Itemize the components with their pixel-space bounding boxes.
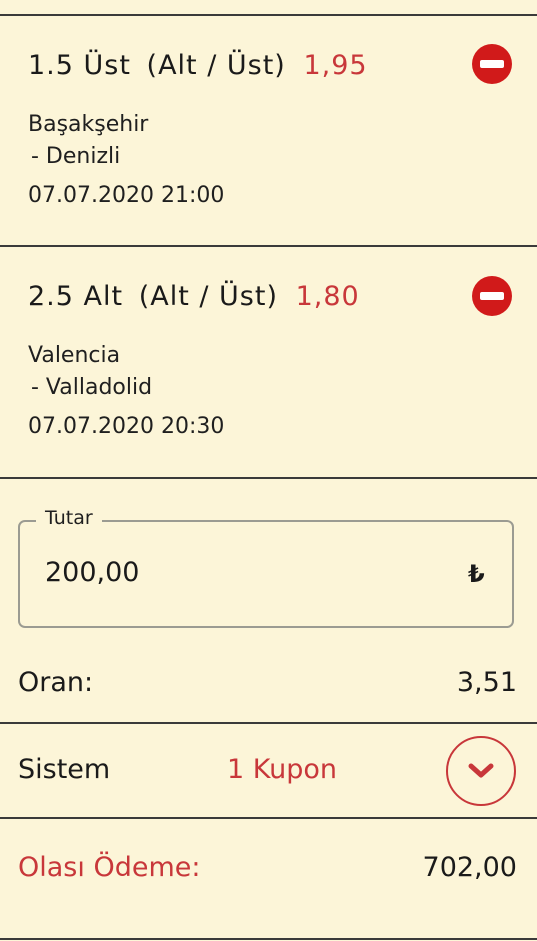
bet-pick: 1.5 Üst bbox=[28, 50, 131, 81]
bet-pick: 2.5 Alt bbox=[28, 281, 124, 312]
bet-market: (Alt / Üst) bbox=[146, 50, 286, 81]
match-datetime: 07.07.2020 20:30 bbox=[28, 414, 225, 439]
payout-value: 702,00 bbox=[422, 852, 517, 883]
divider bbox=[0, 722, 537, 724]
match-datetime: 07.07.2020 21:00 bbox=[28, 183, 225, 208]
bet-odd: 1,95 bbox=[303, 50, 368, 81]
currency-symbol: ₺ bbox=[468, 560, 485, 588]
home-team: Başakşehir bbox=[28, 112, 149, 137]
remove-bet-button[interactable] bbox=[472, 276, 512, 316]
home-team: Valencia bbox=[28, 343, 121, 368]
total-odds-value: 3,51 bbox=[456, 667, 517, 698]
away-team: - Denizli bbox=[31, 144, 121, 169]
remove-bet-button[interactable] bbox=[472, 44, 512, 84]
divider bbox=[0, 14, 537, 16]
system-label: Sistem bbox=[18, 754, 111, 785]
divider bbox=[0, 245, 537, 247]
total-odds-label: Oran: bbox=[18, 667, 94, 698]
bet-odd: 1,80 bbox=[295, 281, 360, 312]
bet-market: (Alt / Üst) bbox=[138, 281, 278, 312]
divider bbox=[0, 817, 537, 819]
payout-label: Olası Ödeme: bbox=[18, 852, 201, 883]
away-team: - Valladolid bbox=[31, 375, 153, 400]
coupon-count: 1 Kupon bbox=[227, 754, 338, 785]
minus-circle-icon bbox=[480, 292, 504, 300]
stake-label: Tutar bbox=[36, 507, 102, 529]
chevron-down-icon bbox=[468, 763, 494, 778]
expand-system-button[interactable] bbox=[446, 736, 516, 806]
divider bbox=[0, 477, 537, 479]
bet-title: 2.5 Alt (Alt / Üst) 1,80 bbox=[28, 281, 360, 312]
divider bbox=[0, 938, 537, 940]
bet-title: 1.5 Üst (Alt / Üst) 1,95 bbox=[28, 50, 368, 81]
stake-value[interactable]: 200,00 bbox=[45, 557, 139, 588]
minus-circle-icon bbox=[480, 60, 504, 68]
